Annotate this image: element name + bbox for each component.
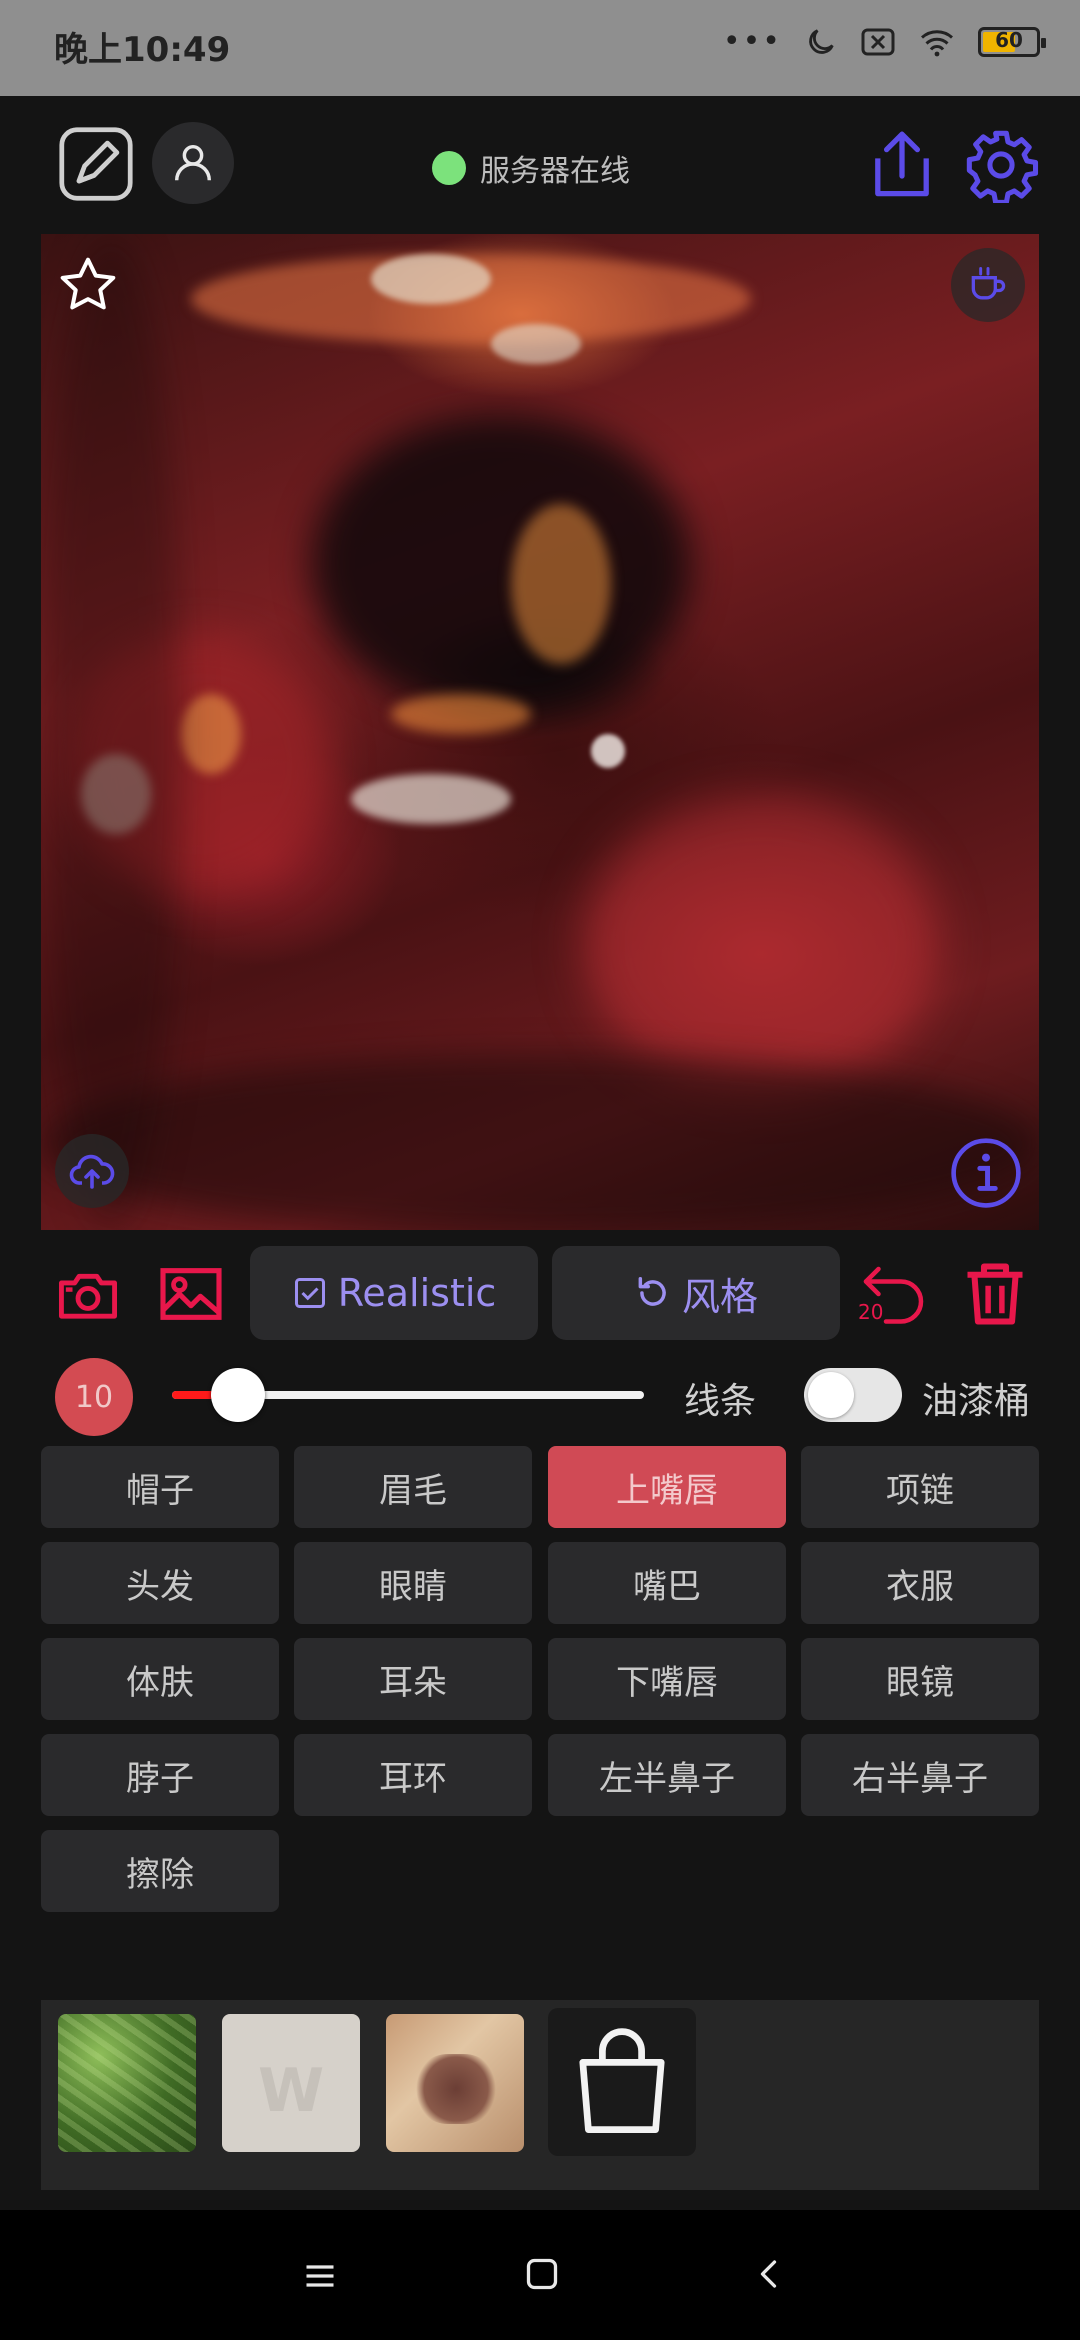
cloud-upload-icon xyxy=(69,1154,115,1189)
info-icon xyxy=(951,1138,1021,1208)
refresh-icon xyxy=(638,1277,666,1306)
paint-bucket-label: 油漆桶 xyxy=(922,1381,1031,1422)
face-part-button[interactable]: 右半鼻子 xyxy=(801,1734,1039,1816)
share-button[interactable] xyxy=(866,126,938,204)
style-label: 风格 xyxy=(681,1274,758,1319)
realistic-button[interactable]: Realistic xyxy=(250,1246,538,1340)
back-nav-button[interactable] xyxy=(744,2248,796,2300)
realistic-label: Realistic xyxy=(337,1271,497,1315)
gallery-button[interactable] xyxy=(156,1262,226,1326)
status-bar: 晚上10:49 ••• 60 xyxy=(0,0,1080,96)
info-button[interactable] xyxy=(947,1134,1025,1212)
face-part-button[interactable]: 衣服 xyxy=(801,1542,1039,1624)
status-time: 晚上10:49 xyxy=(54,30,231,70)
menu-icon xyxy=(306,2265,334,2287)
home-square-icon xyxy=(526,2258,558,2290)
face-part-button[interactable]: 上嘴唇 xyxy=(548,1446,786,1528)
coffee-cup-icon xyxy=(971,267,1006,300)
style-thumbnail[interactable]: W xyxy=(222,2014,360,2152)
face-part-button[interactable]: 体肤 xyxy=(41,1638,279,1720)
edit-square-button[interactable] xyxy=(58,126,134,202)
toggle-knob xyxy=(808,1372,854,1418)
style-button[interactable]: 风格 xyxy=(552,1246,840,1340)
battery-icon: 60 xyxy=(978,26,1046,57)
checkbox-icon xyxy=(294,1278,325,1308)
face-part-button[interactable]: 下嘴唇 xyxy=(548,1638,786,1720)
slider-thumb[interactable] xyxy=(211,1368,266,1422)
menu-nav-button[interactable] xyxy=(294,2250,346,2302)
back-chevron-icon xyxy=(760,2260,777,2288)
style-thumbnail[interactable] xyxy=(58,2014,196,2152)
face-part-button[interactable]: 眼睛 xyxy=(294,1542,532,1624)
undo-button[interactable]: 20 xyxy=(856,1254,936,1334)
star-icon xyxy=(60,257,116,310)
sim-off-icon xyxy=(861,28,895,55)
camera-icon xyxy=(58,1273,118,1319)
face-part-button[interactable]: 项链 xyxy=(801,1446,1039,1528)
face-part-button[interactable]: 头发 xyxy=(41,1542,279,1624)
shop-button[interactable] xyxy=(548,2008,696,2156)
face-part-button[interactable]: 帽子 xyxy=(41,1446,279,1528)
undo-count: 20 xyxy=(858,1300,884,1324)
paint-bucket-toggle[interactable] xyxy=(804,1368,902,1422)
battery-level: 60 xyxy=(995,27,1023,52)
trash-icon xyxy=(967,1263,1023,1325)
favorite-button[interactable] xyxy=(53,250,123,320)
face-part-button[interactable]: 擦除 xyxy=(41,1830,279,1912)
face-part-button[interactable]: 眉毛 xyxy=(294,1446,532,1528)
settings-button[interactable] xyxy=(962,126,1040,204)
moon-icon xyxy=(809,28,834,54)
user-icon xyxy=(174,144,212,181)
wifi-icon xyxy=(921,29,953,56)
line-mode-label: 线条 xyxy=(684,1381,757,1422)
brush-size-badge[interactable]: 10 xyxy=(55,1358,133,1436)
style-thumbnail[interactable] xyxy=(386,2014,524,2152)
server-status: 服务器在线 xyxy=(432,146,630,190)
share-icon xyxy=(875,131,929,197)
home-nav-button[interactable] xyxy=(516,2248,568,2300)
coffee-button[interactable] xyxy=(951,248,1025,322)
status-icons: ••• 60 xyxy=(722,24,1046,59)
image-icon xyxy=(160,1268,222,1320)
camera-button[interactable] xyxy=(54,1262,122,1326)
delete-button[interactable] xyxy=(958,1254,1032,1334)
signal-dots-icon: ••• xyxy=(722,24,782,59)
edit-square-icon xyxy=(59,127,133,201)
face-part-button[interactable]: 耳朵 xyxy=(294,1638,532,1720)
shopping-bag-icon xyxy=(579,2028,665,2133)
face-part-button[interactable]: 耳环 xyxy=(294,1734,532,1816)
gear-icon xyxy=(966,130,1039,203)
face-part-button[interactable]: 眼镜 xyxy=(801,1638,1039,1720)
brush-size-slider[interactable] xyxy=(172,1368,644,1422)
generated-image-canvas[interactable] xyxy=(41,234,1039,1230)
upload-button[interactable] xyxy=(55,1134,129,1208)
face-part-button[interactable]: 左半鼻子 xyxy=(548,1734,786,1816)
server-status-label: 服务器在线 xyxy=(480,154,630,189)
online-dot xyxy=(432,151,466,185)
user-button[interactable] xyxy=(152,122,234,204)
face-part-button[interactable]: 脖子 xyxy=(41,1734,279,1816)
face-part-button[interactable]: 嘴巴 xyxy=(548,1542,786,1624)
